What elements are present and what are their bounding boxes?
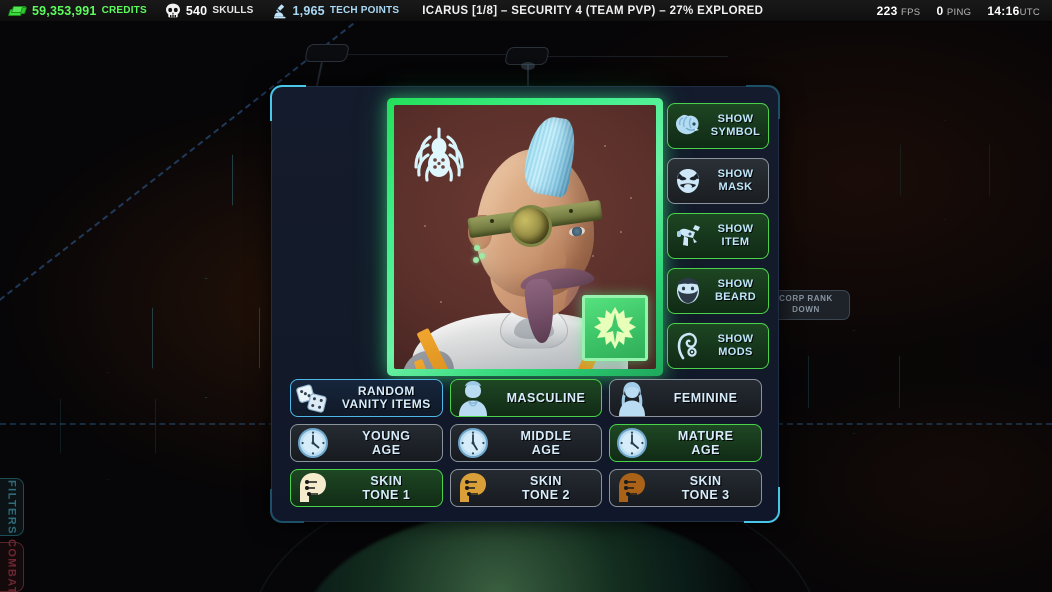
dice-icon [291, 380, 335, 416]
skin-tone-2-button[interactable]: SKIN TONE 2 [449, 469, 603, 507]
clock-icon [291, 425, 335, 461]
sidebar-tab-combat[interactable]: COMBAT [0, 539, 24, 592]
masculine-button[interactable]: MASCULINE [449, 379, 603, 417]
character-portrait [394, 105, 656, 369]
skin-tone-1-label: SKIN TONE 1 [362, 474, 411, 502]
money-stack-icon [7, 5, 28, 17]
corp-rank-line1: CORP RANK [779, 294, 833, 304]
tech-points-readout: 1,965 Tech Points [263, 3, 409, 19]
mask-face-icon [672, 165, 704, 197]
skulls-readout: 540 Skulls [156, 3, 263, 18]
corp-rank-line2: DOWN [792, 305, 820, 314]
skin-tone-3-button[interactable]: SKIN TONE 3 [609, 469, 762, 507]
show-beard-button[interactable]: SHOW BEARD [667, 268, 769, 314]
fps-label: FPS [901, 6, 921, 18]
tech-value: 1,965 [292, 3, 325, 18]
clock-readout: 14:16UTC [987, 4, 1040, 18]
middle-age-button[interactable]: MIDDLE AGE [449, 424, 603, 462]
tech-label: Tech Points [329, 5, 400, 16]
spider-icon [408, 123, 470, 185]
feminine-label: FEMININE [673, 391, 738, 405]
show-beard-label: SHOW BEARD [714, 278, 757, 303]
show-mask-label: SHOW MASK [717, 168, 754, 193]
hex-marker [504, 47, 550, 65]
hex-marker [304, 44, 350, 62]
filters-tab-label: FILTERS [5, 479, 18, 535]
lion-head-icon [672, 110, 704, 142]
character-customization-panel: SHOW SYMBOL SHOW MASK SHOW ITEM SHOW BEA… [270, 85, 780, 523]
random-vanity-items-button[interactable]: RANDOM VANITY ITEMS [290, 379, 443, 417]
show-item-label: SHOW ITEM [717, 223, 754, 248]
show-mods-label: SHOW MODS [717, 333, 754, 358]
random-vanity-items-label: RANDOM VANITY ITEMS [341, 383, 431, 411]
young-age-label: YOUNG AGE [362, 429, 411, 457]
connector-line [548, 56, 728, 57]
hex-marker-cap [521, 62, 535, 70]
game-screen: 59,353,991 Credits 540 Skulls [0, 0, 1052, 592]
character-portrait-frame[interactable] [387, 98, 663, 376]
credits-value: 59,353,991 [32, 3, 97, 18]
ping-label: PING [946, 6, 972, 18]
corp-star-emblem-icon [582, 295, 648, 361]
clock-icon [451, 425, 495, 461]
clock-suffix: UTC [1019, 6, 1040, 18]
ray-gun-icon [672, 220, 704, 252]
middle-age-label: MIDDLE AGE [520, 429, 572, 457]
clock-value: 14:16 [987, 3, 1020, 18]
feminine-button[interactable]: FEMININE [609, 379, 762, 417]
appearance-option-grid: RANDOM VANITY ITEMS MASCULINE FEMININE Y… [290, 379, 762, 507]
connector-line [348, 54, 506, 55]
ping-value: 0 [936, 3, 944, 18]
ear-piercing-icon [672, 330, 704, 362]
fps-value: 223 [876, 3, 898, 18]
session-title: Icarus [1/8] – Security 4 (Team PvP) – 2… [422, 4, 764, 17]
mature-age-button[interactable]: MATURE AGE [609, 424, 762, 462]
mature-age-label: MATURE AGE [677, 429, 734, 457]
hex-outline [152, 278, 260, 398]
skulls-label: Skulls [212, 5, 254, 16]
young-age-button[interactable]: YOUNG AGE [290, 424, 443, 462]
ping-readout: 0 PING [936, 4, 971, 18]
head-circuit-medium-icon [451, 470, 495, 506]
head-circuit-light-icon [291, 470, 335, 506]
combat-tab-label: COMBAT [5, 539, 18, 592]
skin-tone-3-label: SKIN TONE 3 [681, 474, 730, 502]
show-symbol-button[interactable]: SHOW SYMBOL [667, 103, 769, 149]
top-hud-bar: 59,353,991 Credits 540 Skulls [0, 0, 1052, 22]
clock-icon [610, 425, 654, 461]
credits-readout: 59,353,991 Credits [0, 4, 156, 18]
show-mask-button[interactable]: SHOW MASK [667, 158, 769, 204]
show-toggle-column: SHOW SYMBOL SHOW MASK SHOW ITEM SHOW BEA… [667, 103, 769, 369]
show-mods-button[interactable]: SHOW MODS [667, 323, 769, 369]
fps-readout: 223 FPS [877, 4, 921, 18]
sidebar-tab-filters[interactable]: FILTERS [0, 478, 24, 536]
show-symbol-label: SHOW SYMBOL [710, 113, 761, 138]
credits-label: Credits [101, 5, 147, 16]
hex-outline [900, 120, 990, 220]
performance-readout: 223 FPS 0 PING 14:16UTC [877, 4, 1052, 18]
skin-tone-2-label: SKIN TONE 2 [522, 474, 570, 502]
hex-outline [60, 372, 156, 480]
skulls-value: 540 [185, 3, 208, 18]
male-bust-icon [451, 380, 495, 416]
beard-face-icon [672, 275, 704, 307]
head-circuit-dark-icon [610, 470, 654, 506]
masculine-label: MASCULINE [506, 391, 586, 405]
show-item-button[interactable]: SHOW ITEM [667, 213, 769, 259]
skin-tone-1-button[interactable]: SKIN TONE 1 [290, 469, 443, 507]
microscope-icon [272, 3, 288, 19]
hex-outline [808, 330, 900, 434]
female-bust-icon [610, 380, 654, 416]
skull-icon [165, 3, 181, 18]
